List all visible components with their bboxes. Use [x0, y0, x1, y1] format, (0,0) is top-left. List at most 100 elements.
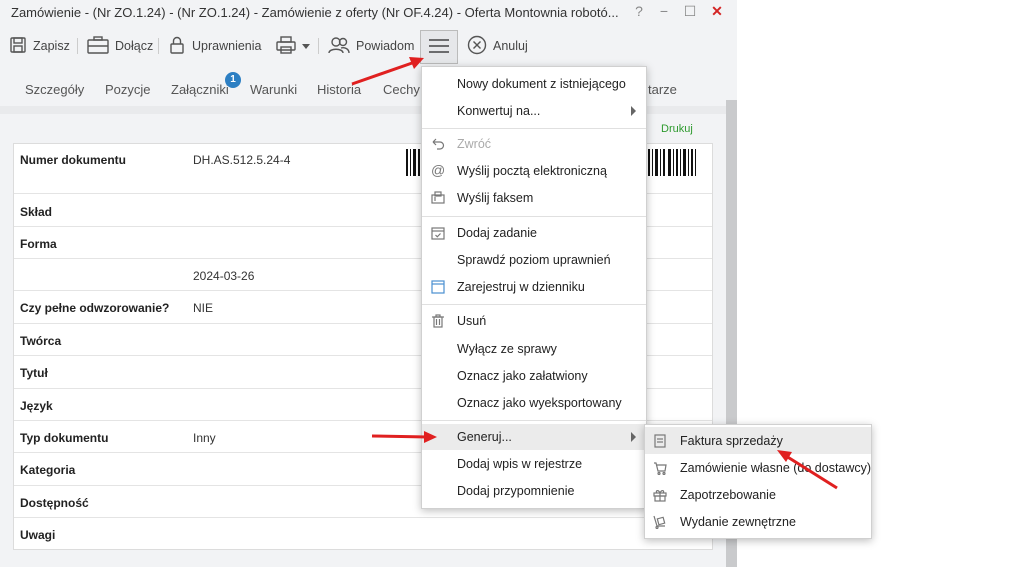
tab-history[interactable]: Historia	[317, 82, 361, 97]
detail-label: Czy pełne odwzorowanie?	[20, 301, 170, 315]
gift-box-icon	[653, 488, 667, 502]
detail-row: Uwagi	[14, 518, 712, 550]
save-icon	[9, 36, 27, 57]
menu-separator	[422, 216, 646, 217]
menu-item-label: Usuń	[457, 314, 487, 328]
detail-value: 2024-03-26	[193, 269, 255, 283]
at-sign-icon: @	[431, 162, 446, 178]
menu-separator	[422, 304, 646, 305]
submenu-item-demand[interactable]: Zapotrzebowanie	[645, 481, 871, 508]
submenu-item-sales-invoice[interactable]: Faktura sprzedaży	[645, 427, 871, 454]
hamburger-icon	[428, 38, 450, 57]
tab-conditions[interactable]: Warunki	[250, 82, 297, 97]
menu-item-generate[interactable]: Generuj...	[422, 424, 646, 450]
menu-item-mark-exported[interactable]: Oznacz jako wyeksportowany	[422, 390, 646, 416]
attachments-count-badge: 1	[225, 72, 241, 88]
maximize-button[interactable]: ☐	[680, 3, 700, 20]
menu-item-label: Wyłącz ze sprawy	[457, 342, 557, 356]
submenu-item-label: Wydanie zewnętrzne	[680, 515, 796, 529]
menu-item-mark-done[interactable]: Oznacz jako załatwiony	[422, 363, 646, 389]
toolbar-divider	[77, 38, 78, 54]
help-button[interactable]: ?	[629, 3, 649, 19]
attach-button[interactable]: Dołącz	[87, 31, 153, 61]
menu-item-label: Generuj...	[457, 430, 512, 444]
detail-value: DH.AS.512.5.24-4	[193, 153, 291, 167]
toolbar: Zapisz Dołącz Uprawnienia Powiadom Anulu…	[0, 28, 737, 64]
menu-item-label: Zwróć	[457, 137, 492, 151]
detail-label: Tytuł	[20, 366, 48, 380]
menu-separator	[422, 420, 646, 421]
more-menu-button[interactable]	[420, 30, 458, 64]
more-actions-menu: Nowy dokument z istniejącego Konwertuj n…	[421, 66, 647, 509]
cancel-button[interactable]: Anuluj	[467, 31, 528, 61]
window-title: Zamówienie - (Nr ZO.1.24) - (Nr ZO.1.24)…	[11, 5, 619, 20]
title-bar: Zamówienie - (Nr ZO.1.24) - (Nr ZO.1.24)…	[0, 0, 737, 26]
tab-details[interactable]: Szczegóły	[25, 82, 84, 97]
minimize-button[interactable]: −	[654, 3, 674, 19]
submenu-item-external-issue[interactable]: Wydanie zewnętrzne	[645, 508, 871, 535]
menu-item-send-email[interactable]: @ Wyślij pocztą elektroniczną	[422, 158, 646, 184]
detail-label: Forma	[20, 237, 57, 251]
chevron-down-icon	[302, 43, 310, 49]
attach-label: Dołącz	[115, 39, 154, 53]
menu-item-label: Oznacz jako załatwiony	[457, 369, 588, 383]
menu-item-check-permissions[interactable]: Sprawdź poziom uprawnień	[422, 247, 646, 273]
tab-comments[interactable]: tarze	[648, 82, 677, 97]
submenu-item-label: Zamówienie własne (do dostawcy)	[680, 461, 872, 475]
menu-item-label: Dodaj zadanie	[457, 226, 537, 240]
tab-items[interactable]: Pozycje	[105, 82, 151, 97]
menu-item-label: Wyślij pocztą elektroniczną	[457, 164, 607, 178]
print-dropdown-button[interactable]	[276, 31, 310, 61]
menu-item-send-fax[interactable]: Wyślij faksem	[422, 185, 646, 211]
detail-label: Kategoria	[20, 463, 76, 477]
menu-item-label: Dodaj przypomnienie	[457, 484, 575, 498]
menu-item-add-register[interactable]: Dodaj wpis w rejestrze	[422, 451, 646, 477]
print-link[interactable]: Drukuj	[661, 123, 693, 135]
menu-item-add-reminder[interactable]: Dodaj przypomnienie	[422, 478, 646, 504]
barcode-image-left	[406, 149, 422, 176]
menu-item-label: Nowy dokument z istniejącego	[457, 77, 626, 91]
cart-icon	[653, 461, 667, 476]
menu-item-label: Wyślij faksem	[457, 191, 534, 205]
calendar-check-icon	[431, 226, 445, 240]
cancel-circle-icon	[467, 35, 487, 58]
menu-item-return[interactable]: Zwróć	[422, 131, 646, 157]
menu-item-label: Oznacz jako wyeksportowany	[457, 396, 622, 410]
generate-submenu: Faktura sprzedaży Zamówienie własne (do …	[644, 424, 872, 539]
menu-item-label: Konwertuj na...	[457, 104, 541, 118]
permissions-button[interactable]: Uprawnienia	[168, 31, 261, 61]
detail-label: Numer dokumentu	[20, 153, 127, 167]
cancel-label: Anuluj	[493, 39, 528, 53]
barcode-image-right	[647, 149, 697, 176]
undo-icon	[431, 137, 445, 151]
menu-item-new-from-existing[interactable]: Nowy dokument z istniejącego	[422, 71, 646, 97]
submenu-item-own-order[interactable]: Zamówienie własne (do dostawcy)	[645, 454, 871, 481]
menu-item-convert[interactable]: Konwertuj na...	[422, 98, 646, 124]
detail-label: Twórca	[20, 334, 62, 348]
menu-separator	[422, 128, 646, 129]
detail-value: Inny	[193, 431, 216, 445]
chevron-right-icon	[631, 106, 636, 116]
menu-item-register-journal[interactable]: Zarejestruj w dzienniku	[422, 274, 646, 300]
notify-button[interactable]: Powiadom	[328, 31, 414, 61]
close-button[interactable]: ✕	[707, 3, 727, 20]
toolbar-divider	[158, 38, 159, 54]
printer-icon	[276, 35, 296, 57]
tab-attachments[interactable]: Załączniki	[171, 82, 229, 97]
lock-icon	[168, 36, 186, 57]
people-icon	[328, 36, 350, 57]
menu-item-delete[interactable]: Usuń	[422, 308, 646, 334]
briefcase-icon	[87, 35, 109, 57]
detail-label: Skład	[20, 205, 53, 219]
submenu-item-label: Faktura sprzedaży	[680, 434, 783, 448]
invoice-icon	[653, 434, 667, 448]
fax-icon	[431, 191, 445, 205]
journal-icon	[431, 280, 445, 294]
save-button[interactable]: Zapisz	[9, 31, 70, 61]
menu-item-add-task[interactable]: Dodaj zadanie	[422, 220, 646, 246]
tab-features[interactable]: Cechy	[383, 82, 420, 97]
detail-label: Typ dokumentu	[20, 431, 109, 445]
submenu-item-label: Zapotrzebowanie	[680, 488, 776, 502]
toolbar-divider	[318, 38, 319, 54]
menu-item-exclude-case[interactable]: Wyłącz ze sprawy	[422, 336, 646, 362]
